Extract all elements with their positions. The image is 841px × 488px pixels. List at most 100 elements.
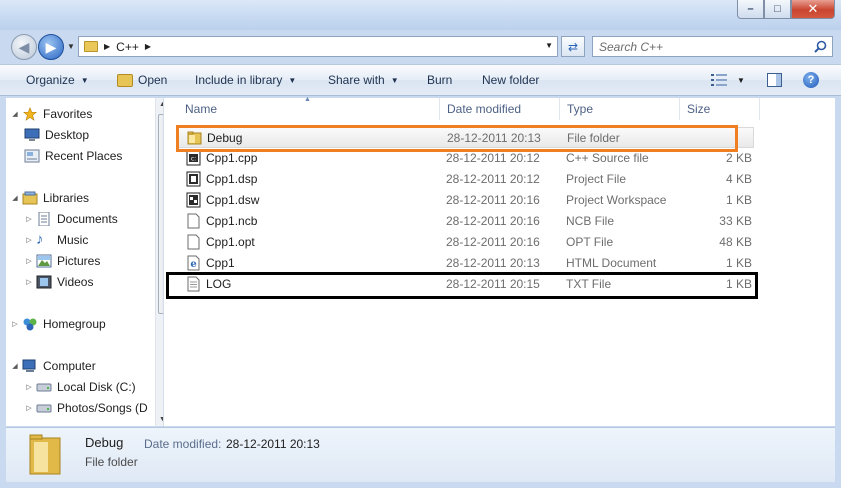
expand-arrow-icon[interactable]: ▷ — [24, 257, 34, 265]
nav-desktop-label: Desktop — [45, 128, 90, 142]
computer-icon — [22, 359, 36, 372]
svg-text:c:: c: — [191, 156, 196, 163]
organize-label: Organize — [26, 73, 75, 87]
blank-file-icon — [187, 213, 200, 229]
expand-arrow-icon[interactable]: ▷ — [24, 215, 34, 223]
music-icon: ♪ — [36, 231, 44, 248]
recent-pages-dropdown-icon[interactable]: ▼ — [67, 42, 75, 51]
nav-pictures[interactable]: ▷ Pictures — [24, 254, 100, 268]
nav-computer[interactable]: ◢ Computer — [10, 359, 96, 373]
file-list: ▲ Name Date modified Type Size Debug 28-… — [164, 96, 835, 426]
share-with-menu[interactable]: Share with ▼ — [328, 73, 399, 87]
details-name: Debug — [85, 435, 124, 450]
blank-file-icon — [187, 234, 200, 250]
refresh-button[interactable]: ⇄ — [561, 36, 585, 57]
change-view-icon[interactable] — [711, 74, 727, 86]
expand-arrow-icon[interactable]: ▷ — [24, 404, 34, 412]
nav-libraries[interactable]: ◢ Libraries — [10, 191, 89, 205]
new-folder-button[interactable]: New folder — [482, 73, 539, 87]
nav-recent-places[interactable]: Recent Places — [24, 149, 122, 163]
details-date-label: Date modified: — [144, 437, 222, 451]
collapse-arrow-icon[interactable]: ◢ — [10, 110, 20, 118]
drive-icon — [36, 383, 52, 392]
nav-music[interactable]: ▷ ♪ Music — [24, 231, 88, 248]
project-file-icon — [186, 171, 201, 187]
address-bar[interactable]: ▶ C++ ▶ ▼ — [78, 36, 558, 57]
table-row-cpp1-html[interactable]: e Cpp1 28-12-2011 20:13 HTML Document 1 … — [164, 253, 758, 274]
documents-icon — [38, 212, 50, 226]
table-row-cpp1-ncb[interactable]: Cpp1.ncb 28-12-2011 20:16 NCB File 33 KB — [164, 211, 758, 232]
nav-videos[interactable]: ▷ Videos — [24, 275, 93, 289]
star-icon — [23, 107, 37, 121]
breadcrumb-current[interactable]: C++ — [116, 40, 139, 54]
nav-homegroup[interactable]: ▷ Homegroup — [10, 317, 105, 331]
chevron-right-icon[interactable]: ▶ — [104, 42, 110, 51]
search-input[interactable] — [593, 39, 803, 54]
view-options-dropdown-icon[interactable]: ▼ — [737, 76, 745, 85]
navigation-bar: ◀ ▶ ▼ ▶ C++ ▶ ▼ ⇄ — [0, 30, 841, 62]
chevron-right-icon[interactable]: ▶ — [145, 42, 151, 51]
nav-local-disk[interactable]: ▷ Local Disk (C:) — [24, 380, 136, 394]
column-header-date-modified[interactable]: Date modified — [440, 98, 560, 120]
search-icon[interactable] — [814, 40, 827, 53]
column-header-size[interactable]: Size — [680, 98, 760, 120]
svg-text:e: e — [190, 259, 196, 270]
collapse-arrow-icon[interactable]: ◢ — [10, 362, 20, 370]
expand-arrow-icon[interactable]: ▷ — [24, 278, 34, 286]
table-row-cpp1-dsp[interactable]: Cpp1.dsp 28-12-2011 20:12 Project File 4… — [164, 169, 758, 190]
nav-videos-label: Videos — [57, 275, 94, 289]
file-type: HTML Document — [566, 256, 657, 270]
nav-favorites-label: Favorites — [43, 107, 93, 121]
homegroup-icon — [23, 318, 37, 331]
burn-label: Burn — [427, 73, 453, 87]
videos-icon — [36, 275, 52, 289]
help-icon[interactable]: ? — [803, 72, 819, 88]
back-button[interactable]: ◀ — [11, 34, 37, 60]
open-label: Open — [138, 73, 168, 87]
nav-desktop[interactable]: Desktop — [24, 128, 89, 142]
details-date-value: 28-12-2011 20:13 — [226, 437, 320, 451]
file-date: 28-12-2011 20:16 — [446, 214, 540, 228]
table-row-cpp1-opt[interactable]: Cpp1.opt 28-12-2011 20:16 OPT File 48 KB — [164, 232, 758, 253]
recent-places-icon — [24, 149, 40, 163]
file-size: 1 KB — [725, 256, 752, 270]
chevron-down-icon: ▼ — [80, 75, 89, 85]
file-size: 48 KB — [719, 235, 752, 249]
column-header-name[interactable]: Name — [178, 98, 440, 120]
file-type: Project File — [566, 172, 627, 186]
maximize-button[interactable]: □ — [764, 0, 791, 19]
column-header-type-label: Type — [567, 102, 594, 116]
column-header-name-label: Name — [185, 102, 218, 116]
organize-menu[interactable]: Organize ▼ — [26, 73, 89, 87]
expand-arrow-icon[interactable]: ▷ — [24, 236, 34, 244]
drive-icon — [36, 404, 52, 413]
address-dropdown-icon[interactable]: ▼ — [545, 41, 553, 50]
nav-documents[interactable]: ▷ Documents — [24, 212, 118, 226]
nav-local-disk-label: Local Disk (C:) — [57, 380, 136, 394]
include-in-library-menu[interactable]: Include in library ▼ — [195, 73, 296, 87]
file-name: Cpp1.cpp — [206, 151, 258, 165]
nav-favorites[interactable]: ◢ Favorites — [10, 107, 92, 121]
forward-button[interactable]: ▶ — [38, 34, 64, 60]
navigation-scrollbar[interactable]: ▲ ▼ — [155, 98, 163, 426]
expand-arrow-icon[interactable]: ▷ — [10, 320, 20, 328]
open-button[interactable]: Open — [117, 73, 167, 87]
collapse-arrow-icon[interactable]: ◢ — [10, 194, 20, 202]
file-date: 28-12-2011 20:12 — [446, 151, 540, 165]
nav-pictures-label: Pictures — [57, 254, 101, 268]
chevron-down-icon: ▼ — [390, 75, 399, 85]
command-bar: Organize ▼ Open Include in library ▼ Sha… — [0, 64, 841, 96]
orange-highlight-box — [176, 125, 738, 152]
search-box[interactable] — [592, 36, 833, 57]
nav-photos-songs[interactable]: ▷ Photos/Songs (D — [24, 401, 147, 415]
forward-arrow-icon: ▶ — [45, 38, 57, 55]
burn-button[interactable]: Burn — [427, 73, 452, 87]
minimize-button[interactable]: – — [737, 0, 764, 19]
table-row-cpp1-dsw[interactable]: Cpp1.dsw 28-12-2011 20:16 Project Worksp… — [164, 190, 758, 211]
expand-arrow-icon[interactable]: ▷ — [24, 383, 34, 391]
caption-buttons: – □ ✕ — [737, 0, 835, 19]
nav-computer-label: Computer — [43, 359, 96, 373]
close-button[interactable]: ✕ — [791, 0, 835, 19]
preview-pane-icon[interactable] — [767, 73, 782, 87]
column-header-type[interactable]: Type — [560, 98, 680, 120]
